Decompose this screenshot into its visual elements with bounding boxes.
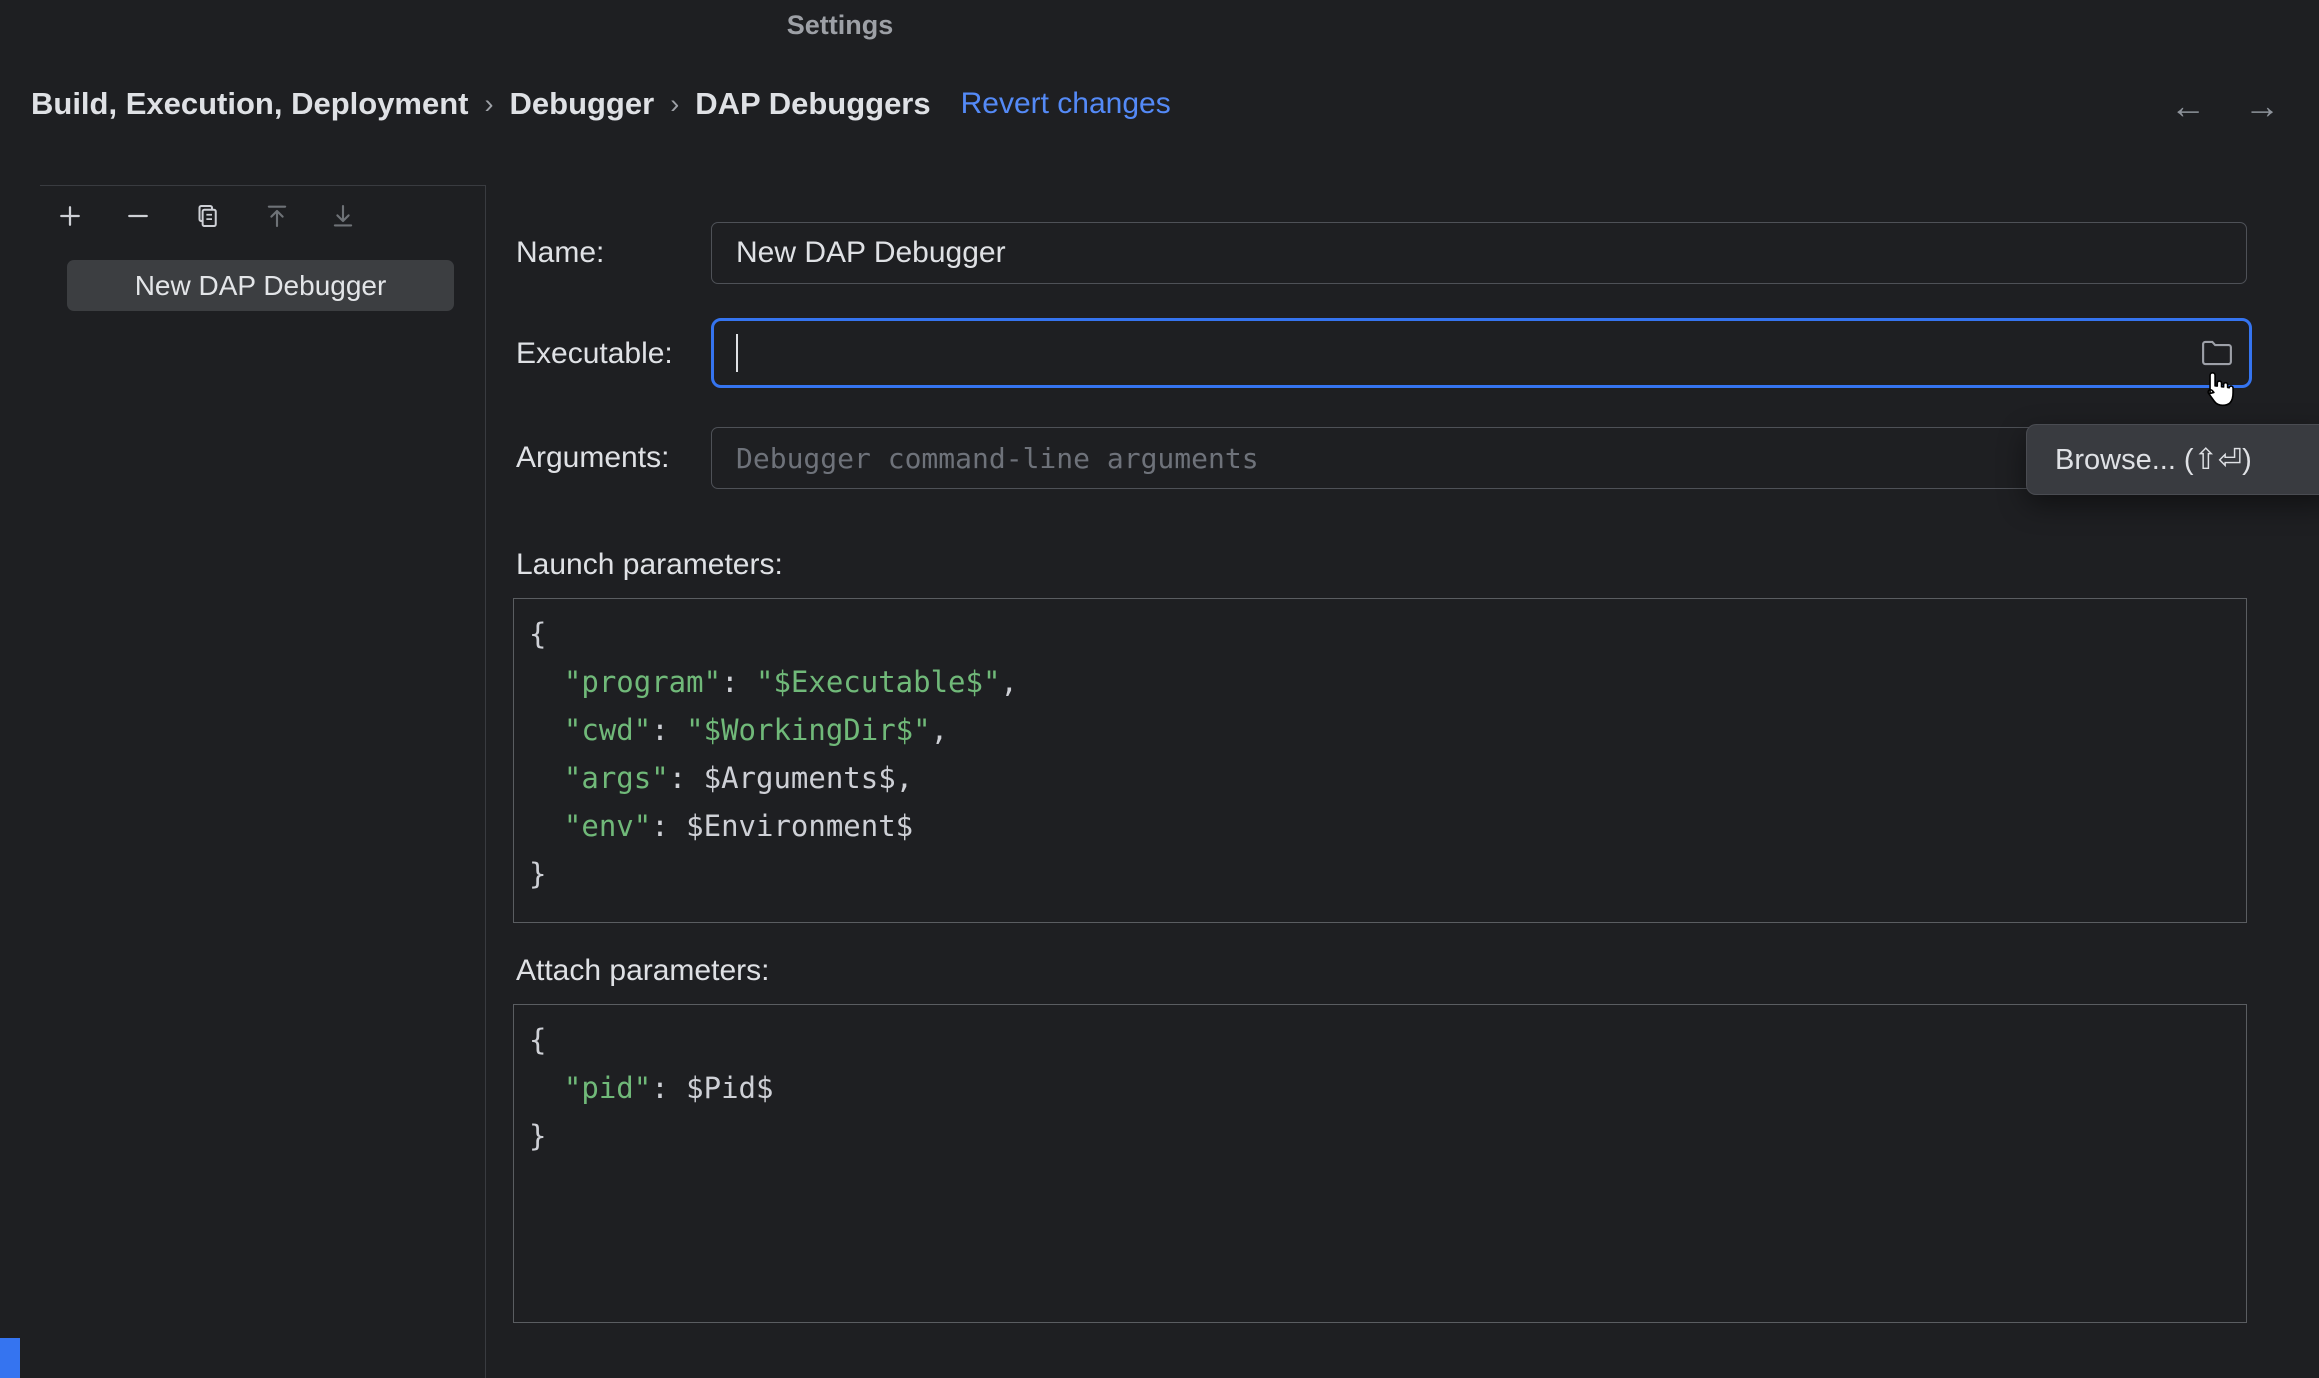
move-down-button[interactable] (323, 196, 363, 236)
history-navigation: ← → (2170, 88, 2280, 124)
add-button[interactable] (50, 196, 90, 236)
forward-icon[interactable]: → (2244, 88, 2280, 124)
move-up-button[interactable] (257, 196, 297, 236)
text-caret (736, 334, 738, 372)
panel-top-divider (40, 185, 485, 186)
back-icon[interactable]: ← (2170, 88, 2206, 124)
breadcrumb-separator: › (668, 89, 681, 120)
panel-vertical-divider (485, 185, 486, 1378)
add-icon (55, 201, 85, 231)
executable-label: Executable: (516, 337, 673, 371)
copy-button[interactable] (187, 196, 227, 236)
name-field (711, 222, 2247, 284)
browse-tooltip: Browse... (⇧⏎) (2026, 424, 2319, 495)
remove-button[interactable] (118, 196, 158, 236)
copy-icon (192, 201, 222, 231)
launch-parameters-editor[interactable]: { "program": "$Executable$", "cwd": "$Wo… (513, 598, 2247, 923)
name-input[interactable] (712, 223, 2246, 283)
attach-parameters-label: Attach parameters: (516, 954, 769, 988)
window-corner-accent (0, 1338, 20, 1378)
breadcrumb: Build, Execution, Deployment › Debugger … (31, 86, 1171, 122)
arguments-label: Arguments: (516, 441, 669, 475)
executable-field (711, 318, 2252, 388)
revert-changes-link[interactable]: Revert changes (961, 87, 1171, 121)
arguments-field (711, 427, 2247, 489)
executable-input[interactable] (714, 321, 2249, 385)
breadcrumb-item-build-execution-deployment[interactable]: Build, Execution, Deployment (31, 86, 469, 122)
browse-tooltip-text: Browse... (⇧⏎) (2055, 442, 2252, 477)
browse-button[interactable] (2197, 333, 2237, 373)
name-label: Name: (516, 236, 604, 270)
debugger-list-item-selected[interactable]: New DAP Debugger (67, 260, 454, 311)
breadcrumb-separator: › (483, 89, 496, 120)
folder-icon (2200, 338, 2234, 368)
window-title: Settings (787, 10, 894, 41)
launch-parameters-label: Launch parameters: (516, 548, 783, 582)
move-up-icon (262, 201, 292, 231)
move-down-icon (328, 201, 358, 231)
attach-parameters-editor[interactable]: { "pid": $Pid$} (513, 1004, 2247, 1323)
arguments-input[interactable] (712, 428, 2246, 488)
remove-icon (123, 201, 153, 231)
breadcrumb-item-debugger[interactable]: Debugger (510, 86, 655, 122)
breadcrumb-item-dap-debuggers[interactable]: DAP Debuggers (695, 86, 930, 122)
